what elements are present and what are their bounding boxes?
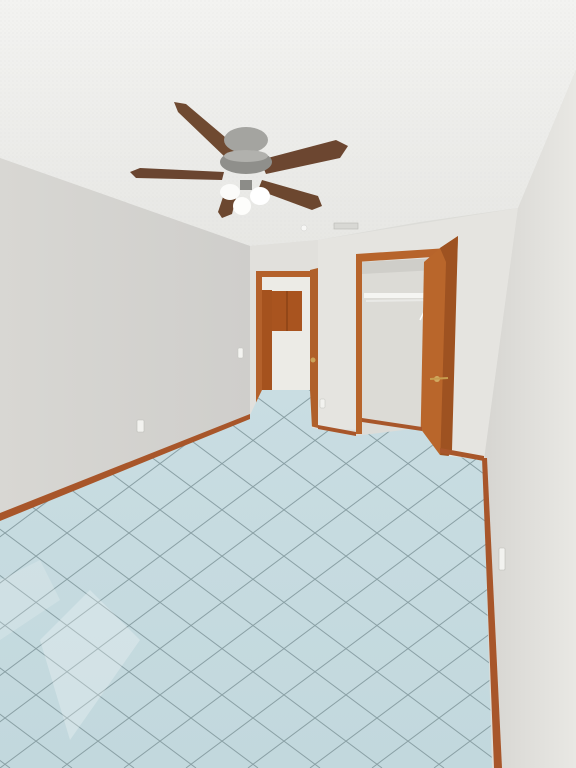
wall-outlet-back bbox=[319, 398, 326, 409]
hallway-door-knob bbox=[310, 357, 316, 363]
wall-outlet-left bbox=[136, 419, 145, 433]
smoke-detector bbox=[300, 224, 308, 232]
light-switch bbox=[237, 347, 244, 359]
fan-light-2 bbox=[250, 187, 270, 205]
bedroom-photo bbox=[0, 0, 576, 768]
ceiling-vent bbox=[333, 222, 359, 230]
fan-canopy bbox=[224, 127, 268, 153]
wall-outlet-right bbox=[498, 547, 506, 571]
fan-light-3 bbox=[233, 197, 251, 215]
fan-light-1 bbox=[220, 184, 240, 200]
closet-frame-left bbox=[356, 258, 362, 434]
hallway-door bbox=[310, 268, 318, 428]
hallway-door-side bbox=[262, 290, 272, 390]
hallway-door-frame-top bbox=[256, 271, 316, 277]
